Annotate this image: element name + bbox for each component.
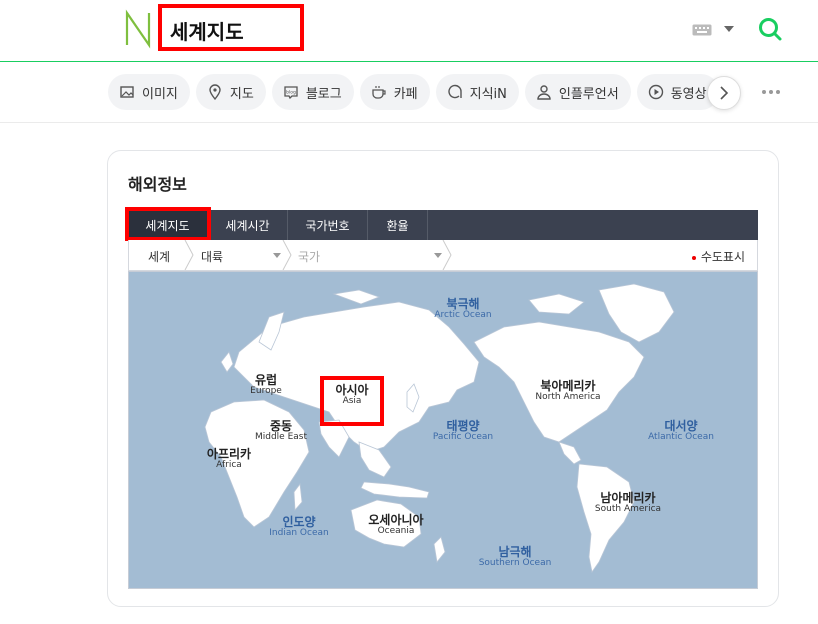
capital-toggle-label: 수도표시 (700, 250, 745, 264)
label-en: Atlantic Ocean (648, 432, 714, 443)
south-america (576, 463, 635, 573)
central-america (558, 441, 582, 465)
label-en: Indian Ocean (269, 528, 329, 539)
new-zealand (433, 536, 446, 563)
label-en: Pacific Ocean (432, 432, 494, 443)
continent-label-north-america[interactable]: 북아메리카 North America (531, 379, 605, 403)
asia-highlight (320, 376, 384, 426)
tab-label: 동영상 (670, 86, 707, 102)
tab-label: 인플루언서 (558, 86, 619, 102)
ocean-label-arctic: 북극해 Arctic Ocean (425, 297, 501, 321)
tab-label: 지식iN (469, 86, 507, 102)
tab-map[interactable]: 지도 (195, 74, 266, 110)
active-tab-highlight (125, 207, 211, 241)
tab-cafe[interactable]: 카페 (359, 74, 430, 110)
capital-toggle[interactable]: 수도표시 (691, 248, 745, 265)
search-tabs: 이미지 지도 blog 블로그 카페 지식iN 인플루언서 동영상 (108, 74, 728, 110)
ocean-label-southern: 남극해 Southern Ocean (475, 545, 555, 569)
madagascar (293, 482, 303, 512)
tab-label: 이미지 (142, 86, 178, 102)
more-menu-icon[interactable] (762, 90, 783, 94)
label-en: Arctic Ocean (434, 310, 492, 321)
country-select[interactable]: 국가 (298, 248, 320, 265)
canadian-arctic (528, 293, 585, 315)
label-en: North America (535, 392, 601, 403)
keyboard-icon[interactable] (692, 24, 712, 36)
blog-icon: blog (284, 86, 298, 100)
tab-influencer[interactable]: 인플루언서 (524, 74, 631, 110)
map-tab-bar: 세계지도 세계시간 국가번호 환율 (128, 210, 758, 240)
divider (0, 122, 818, 123)
red-dot-icon (691, 255, 696, 260)
breadcrumb-separator (282, 240, 292, 270)
map-pin-icon (209, 84, 221, 100)
tab-country-code[interactable]: 국가번호 (288, 210, 368, 240)
breadcrumb-separator (442, 240, 452, 270)
greenland (598, 283, 675, 343)
ocean-label-indian: 인도양 Indian Ocean (261, 515, 337, 539)
search-icon[interactable] (756, 15, 784, 43)
search-header: 세계지도 (0, 0, 818, 62)
chevron-down-icon[interactable] (273, 253, 281, 258)
indonesia (360, 481, 430, 499)
person-icon (537, 85, 551, 100)
continent-select[interactable]: 대륙 (201, 248, 223, 265)
tab-label: 지도 (229, 86, 254, 102)
label-en: Middle East (254, 432, 307, 443)
arctic-islands (332, 289, 381, 305)
tabs-next-button[interactable] (707, 76, 741, 110)
card-title: 해외정보 (128, 175, 187, 194)
image-icon (120, 86, 134, 98)
uk (220, 351, 234, 373)
breadcrumb-world[interactable]: 세계 (148, 248, 170, 265)
kin-icon (447, 84, 462, 99)
ocean-label-pacific: 태평양 Pacific Ocean (425, 419, 501, 443)
continent-label-middle-east[interactable]: 중동 Middle East (251, 419, 311, 443)
tab-kin[interactable]: 지식iN (435, 74, 519, 110)
chevron-down-icon[interactable] (724, 26, 734, 32)
cafe-icon (372, 86, 386, 99)
world-map[interactable]: 유럽 Europe 아시아 Asia 중동 Middle East 아프리카 A… (128, 271, 758, 589)
tab-label: 카페 (393, 86, 418, 102)
label-en: Southern Ocean (478, 558, 552, 569)
tab-blog[interactable]: blog 블로그 (271, 74, 354, 110)
search-query-highlight[interactable]: 세계지도 (158, 4, 304, 51)
tab-exchange-rate[interactable]: 환율 (368, 210, 428, 240)
chevron-right-icon (720, 86, 729, 100)
continent-label-europe[interactable]: 유럽 Europe (241, 373, 291, 397)
continent-label-africa[interactable]: 아프리카 Africa (199, 447, 259, 471)
label-en: Oceania (377, 526, 415, 537)
label-en: Europe (250, 386, 282, 397)
svg-text:blog: blog (286, 90, 296, 96)
continent-label-south-america[interactable]: 남아메리카 South America (591, 491, 665, 515)
tab-image[interactable]: 이미지 (108, 74, 190, 110)
label-en: Africa (216, 460, 242, 471)
breadcrumb-separator (184, 240, 194, 270)
naver-logo[interactable] (123, 9, 153, 49)
overseas-info-card: 해외정보 세계지도 세계시간 국가번호 환율 세계 대륙 국가 수도표시 유럽 … (107, 150, 779, 607)
search-input[interactable]: 세계지도 (170, 16, 244, 45)
continent-label-oceania[interactable]: 오세아니아 Oceania (361, 513, 431, 537)
tab-label: 블로그 (305, 86, 342, 102)
play-icon (648, 84, 663, 100)
ocean-label-atlantic: 대서양 Atlantic Ocean (641, 419, 721, 443)
tab-world-time[interactable]: 세계시간 (208, 210, 288, 240)
label-en: South America (594, 504, 662, 515)
chevron-down-icon[interactable] (434, 253, 442, 258)
breadcrumb: 세계 대륙 국가 수도표시 (128, 240, 758, 271)
